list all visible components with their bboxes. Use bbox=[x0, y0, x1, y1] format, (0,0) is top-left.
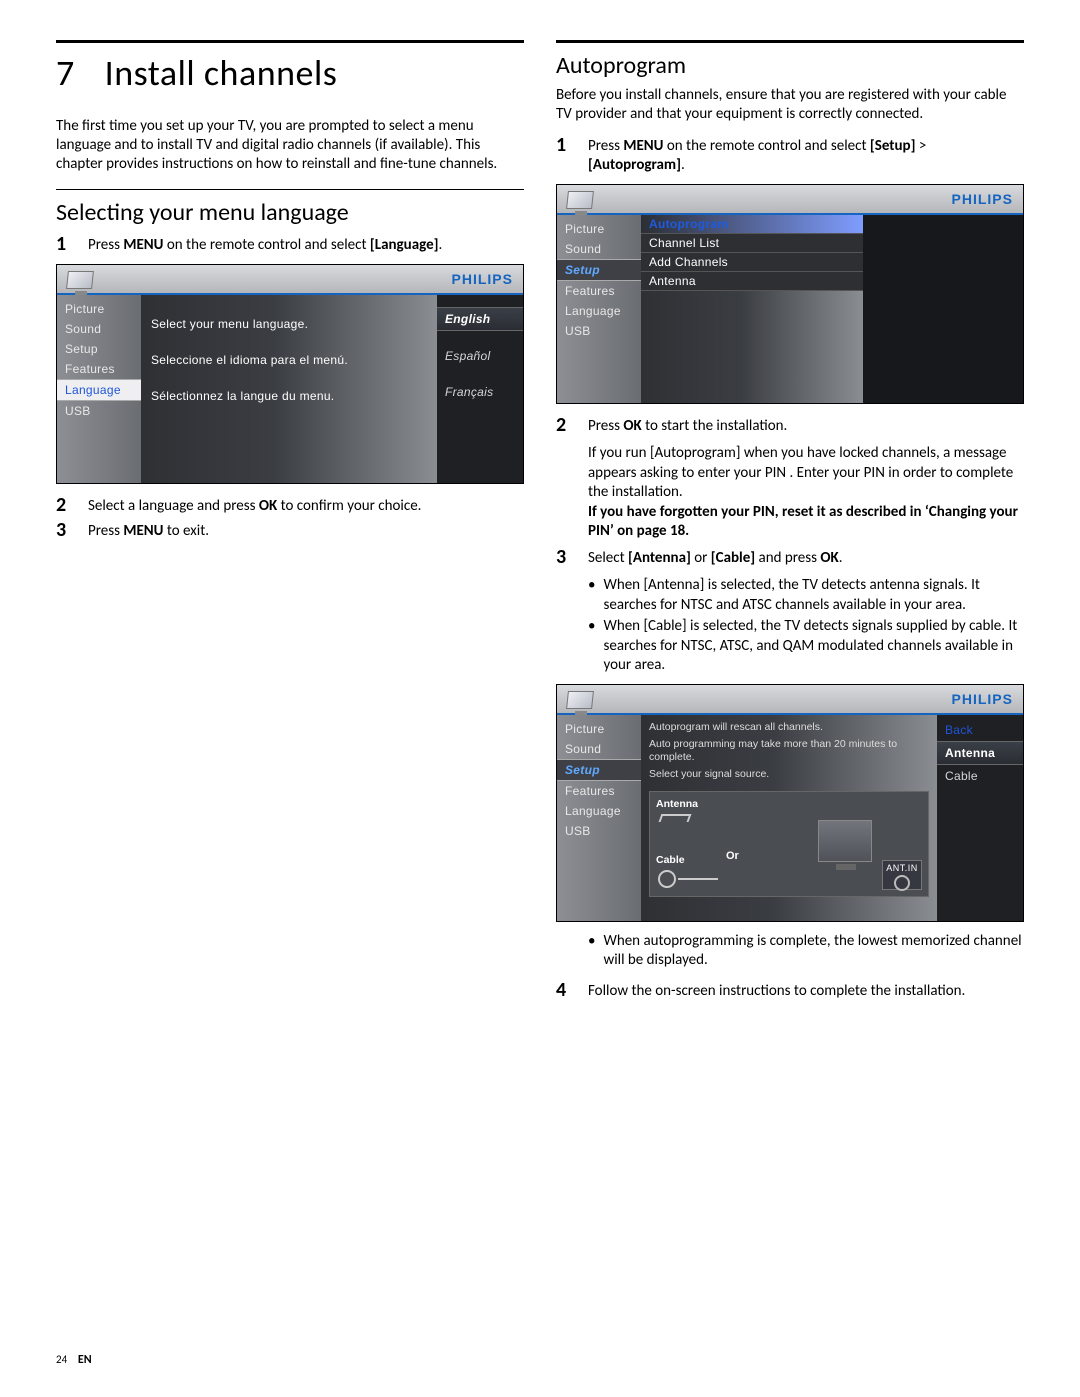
bullet-cable: When [Cable] is selected, the TV detects… bbox=[588, 617, 1024, 676]
tv-content-pane bbox=[863, 215, 1023, 403]
connector-diagram: Antenna Or Cable ANT.IN bbox=[649, 791, 929, 897]
option-back[interactable]: Back bbox=[937, 719, 1023, 741]
cable-icon bbox=[658, 870, 676, 888]
step-number: 3 bbox=[556, 546, 578, 568]
rule-top-left bbox=[56, 40, 524, 43]
tv-sidebar: Picture Sound Setup Features Language US… bbox=[557, 215, 641, 403]
option-cable[interactable]: Cable bbox=[937, 765, 1023, 787]
ant-in-port: ANT.IN bbox=[882, 860, 922, 890]
step-text: Press MENU on the remote control and sel… bbox=[88, 233, 442, 256]
lang-option-espanol[interactable]: Español bbox=[437, 345, 523, 367]
info-line: Select your signal source. bbox=[649, 768, 929, 781]
page-footer: 24 EN bbox=[56, 1353, 92, 1367]
tv-header: PHILIPS bbox=[557, 185, 1023, 215]
sidebar-item-language[interactable]: Language bbox=[57, 379, 141, 401]
philips-brand: PHILIPS bbox=[452, 271, 513, 287]
left-intro: The first time you set up your TV, you a… bbox=[56, 117, 524, 173]
sidebar-item[interactable]: Features bbox=[57, 359, 141, 379]
sidebar-item[interactable]: Sound bbox=[557, 239, 641, 259]
step-text: Follow the on-screen instructions to com… bbox=[588, 979, 965, 1002]
right-section-heading: Autoprogram bbox=[556, 51, 1024, 80]
tv-options-pane: English Español Français bbox=[437, 295, 523, 483]
philips-brand: PHILIPS bbox=[952, 191, 1013, 207]
label-or: Or bbox=[726, 850, 739, 862]
lang-prompt-fr: Sélectionnez la langue du menu. bbox=[151, 389, 427, 403]
info-line: Autoprogram will rescan all channels. bbox=[649, 721, 929, 734]
tv-sidebar: Picture Sound Setup Features Language US… bbox=[557, 715, 641, 921]
rule-top-right bbox=[556, 40, 1024, 43]
step-text: Press OK to start the installation. bbox=[588, 414, 787, 437]
bullet-complete: When autoprogramming is complete, the lo… bbox=[588, 932, 1024, 971]
step2-note2: If you have forgotten your PIN, reset it… bbox=[588, 503, 1024, 542]
sidebar-item[interactable]: Sound bbox=[57, 319, 141, 339]
sidebar-item[interactable]: USB bbox=[557, 321, 641, 341]
tv-signal-source: PHILIPS Picture Sound Setup Features Lan… bbox=[556, 684, 1024, 922]
tv-options-pane: Back Antenna Cable bbox=[937, 715, 1023, 921]
sidebar-item[interactable]: Picture bbox=[557, 719, 641, 739]
step-number: 3 bbox=[56, 519, 78, 541]
step-text: Select a language and press OK to confir… bbox=[88, 494, 421, 517]
tv-stand-icon bbox=[836, 864, 856, 870]
sidebar-item[interactable]: Language bbox=[557, 801, 641, 821]
lang-prompt-es: Seleccione el idioma para el menú. bbox=[151, 353, 427, 367]
tv-info-pane: Autoprogram will rescan all channels. Au… bbox=[641, 715, 937, 921]
sidebar-item[interactable]: Picture bbox=[557, 219, 641, 239]
tv-icon bbox=[561, 689, 601, 719]
submenu-add-channels[interactable]: Add Channels bbox=[641, 253, 863, 272]
step-text: Select [Antenna] or [Cable] and press OK… bbox=[588, 546, 843, 569]
ant-in-label: ANT.IN bbox=[886, 863, 918, 873]
tv-icon bbox=[61, 269, 101, 299]
lang-option-francais[interactable]: Français bbox=[437, 381, 523, 403]
sidebar-item[interactable]: Features bbox=[557, 781, 641, 801]
tv-center-pane: Select your menu language. Seleccione el… bbox=[141, 295, 437, 483]
lang-option-english[interactable]: English bbox=[437, 307, 523, 331]
step-number: 4 bbox=[556, 979, 578, 1001]
lang-prompt-en: Select your menu language. bbox=[151, 317, 427, 331]
sidebar-item-setup[interactable]: Setup bbox=[557, 759, 641, 781]
sidebar-item[interactable]: Setup bbox=[57, 339, 141, 359]
sidebar-item[interactable]: Picture bbox=[57, 299, 141, 319]
coax-port-icon bbox=[894, 875, 910, 891]
right-intro: Before you install channels, ensure that… bbox=[556, 86, 1024, 124]
cable-line-icon bbox=[678, 878, 718, 880]
chapter-heading: 7 Install channels bbox=[56, 51, 524, 95]
submenu-channel-list[interactable]: Channel List bbox=[641, 234, 863, 253]
tv-header: PHILIPS bbox=[57, 265, 523, 295]
sidebar-item[interactable]: USB bbox=[57, 401, 141, 421]
sidebar-item[interactable]: Language bbox=[557, 301, 641, 321]
left-section-heading: Selecting your menu language bbox=[56, 198, 524, 227]
tv-icon bbox=[561, 189, 601, 219]
tv-submenu-pane: Autoprogram Channel List Add Channels An… bbox=[641, 215, 863, 403]
tv-sidebar: Picture Sound Setup Features Language US… bbox=[57, 295, 141, 483]
page-lang: EN bbox=[78, 1353, 92, 1367]
step-number: 2 bbox=[556, 414, 578, 436]
philips-brand: PHILIPS bbox=[952, 691, 1013, 707]
chapter-number: 7 bbox=[56, 51, 96, 95]
step2-note1: If you run [Autoprogram] when you have l… bbox=[588, 444, 1024, 503]
sidebar-item[interactable]: Sound bbox=[557, 739, 641, 759]
sidebar-item[interactable]: USB bbox=[557, 821, 641, 841]
step-number: 1 bbox=[556, 134, 578, 156]
tv-setup-autoprogram: PHILIPS Picture Sound Setup Features Lan… bbox=[556, 184, 1024, 404]
option-antenna[interactable]: Antenna bbox=[937, 741, 1023, 765]
bullet-antenna: When [Antenna] is selected, the TV detec… bbox=[588, 576, 1024, 615]
tv-header: PHILIPS bbox=[557, 685, 1023, 715]
info-line: Auto programming may take more than 20 m… bbox=[649, 738, 929, 764]
step-number: 2 bbox=[56, 494, 78, 516]
page-number: 24 bbox=[56, 1353, 67, 1366]
chapter-title: Install channels bbox=[105, 51, 338, 95]
tv-language-menu: PHILIPS Picture Sound Setup Features Lan… bbox=[56, 264, 524, 484]
label-cable: Cable bbox=[656, 854, 685, 866]
antenna-icon bbox=[659, 814, 692, 822]
tv-screen-icon bbox=[818, 820, 872, 862]
step-text: Press MENU on the remote control and sel… bbox=[588, 134, 1024, 176]
sidebar-item[interactable]: Features bbox=[557, 281, 641, 301]
rule-mid-left bbox=[56, 189, 524, 190]
label-antenna: Antenna bbox=[656, 798, 698, 810]
step-text: Press MENU to exit. bbox=[88, 519, 209, 542]
step-number: 1 bbox=[56, 233, 78, 255]
submenu-autoprogram[interactable]: Autoprogram bbox=[641, 215, 863, 234]
submenu-antenna[interactable]: Antenna bbox=[641, 272, 863, 291]
sidebar-item-setup[interactable]: Setup bbox=[557, 259, 641, 281]
